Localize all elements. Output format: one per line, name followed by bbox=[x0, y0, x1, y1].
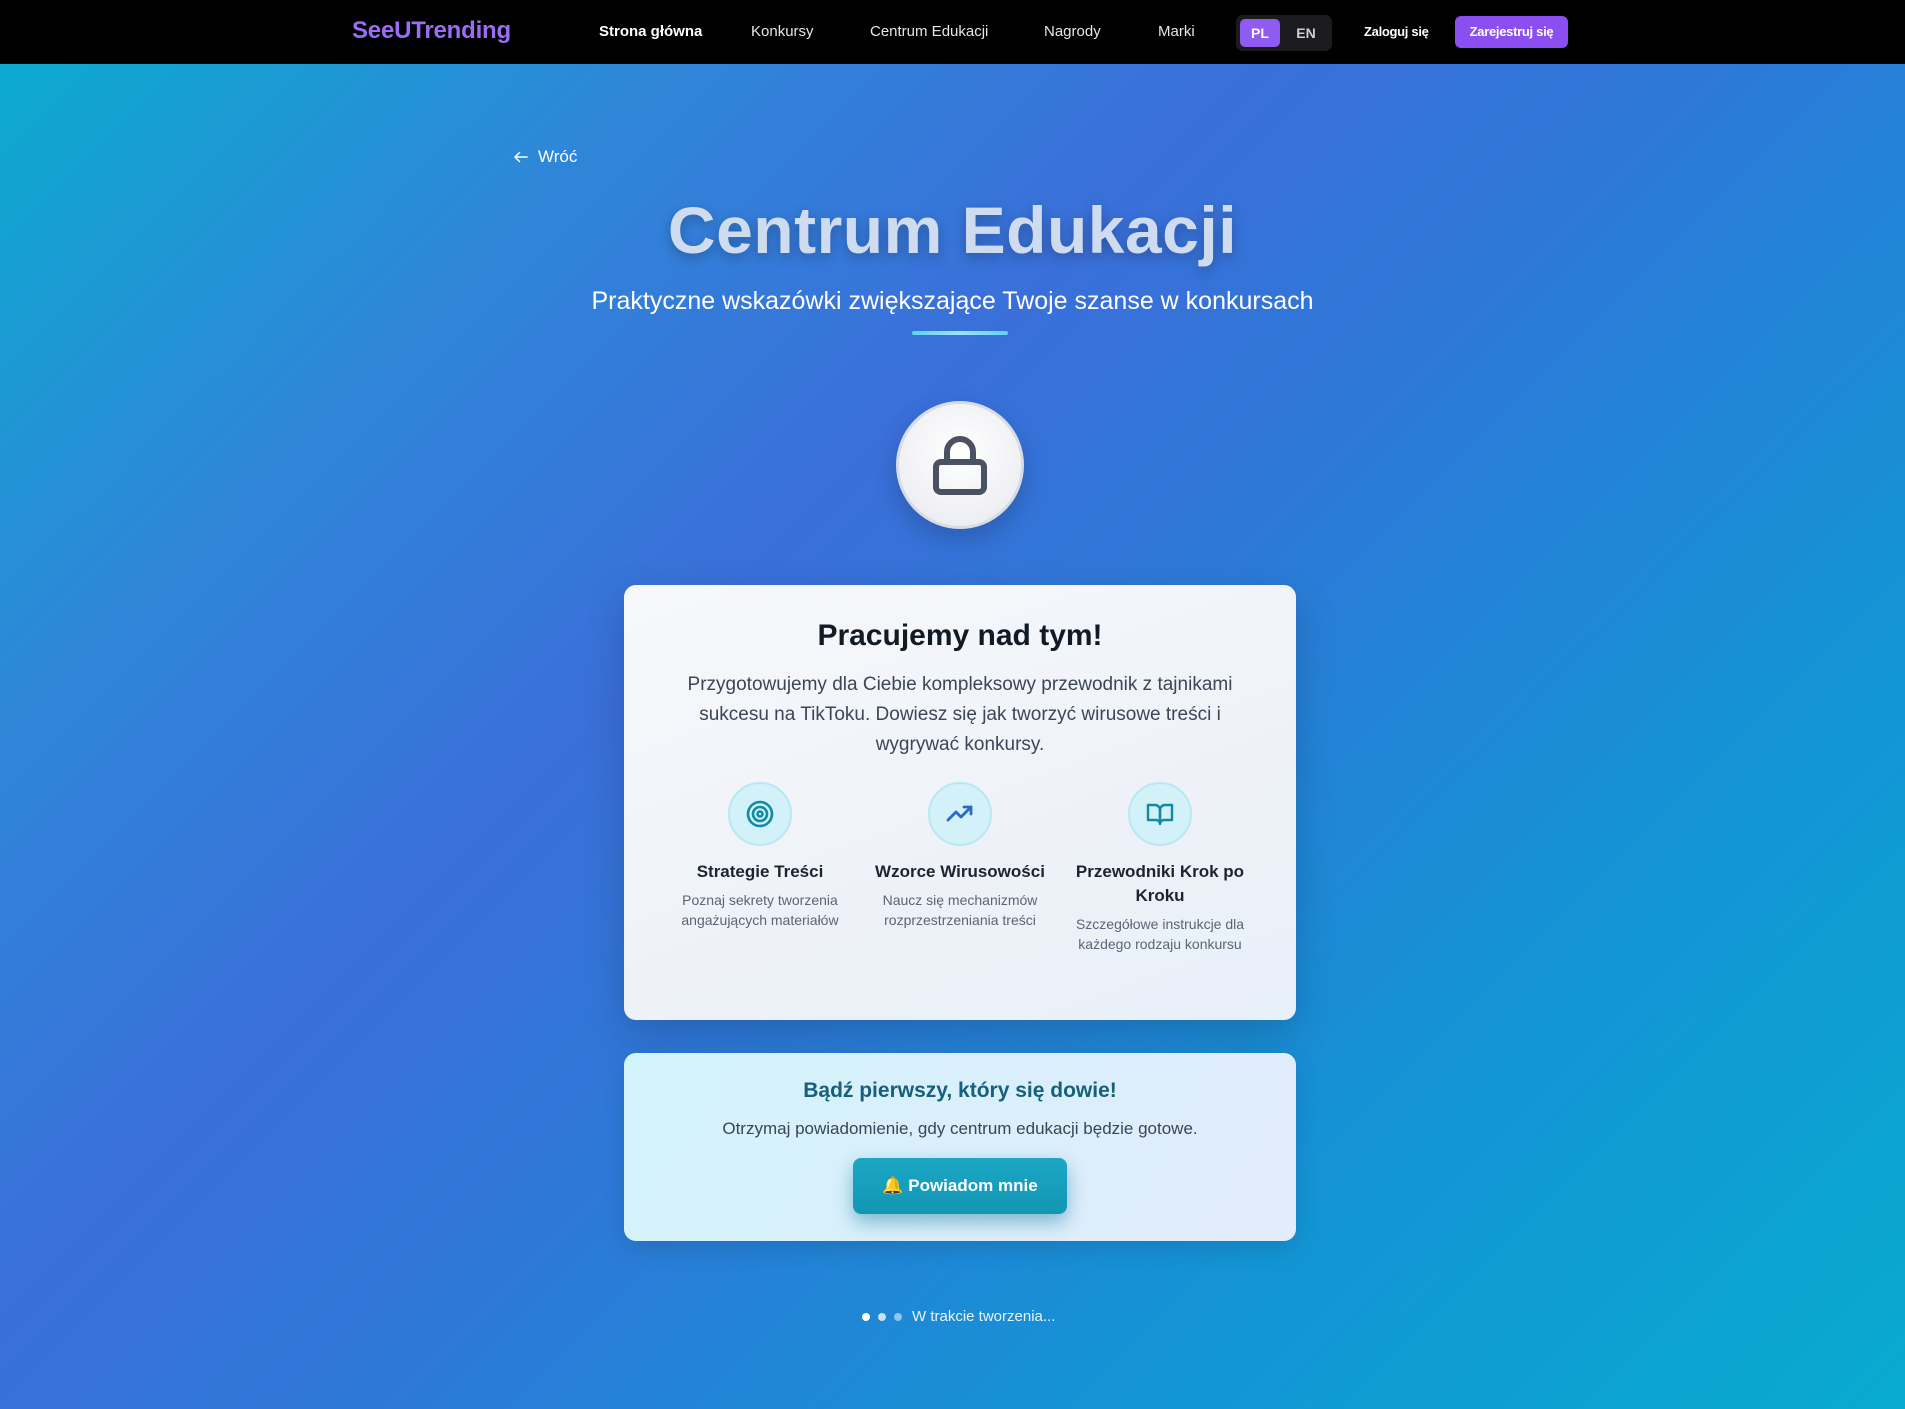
title-underline bbox=[912, 331, 1008, 335]
book-open-icon bbox=[1146, 803, 1174, 826]
page-title: Centrum Edukacji bbox=[667, 193, 1238, 267]
lock-badge bbox=[896, 401, 1024, 529]
notify-description: Otrzymaj powiadomienie, gdy centrum eduk… bbox=[722, 1119, 1198, 1138]
notify-card: Bądź pierwszy, który się dowie! Otrzymaj… bbox=[624, 1053, 1296, 1241]
progress-dot bbox=[862, 1312, 870, 1321]
info-card: Pracujemy nad tym! Przygotowujemy dla Ci… bbox=[624, 585, 1296, 1020]
feature-icon-circle bbox=[1128, 782, 1192, 846]
card-title: Pracujemy nad tym! bbox=[817, 619, 1103, 652]
login-link[interactable]: Zaloguj się bbox=[1364, 24, 1429, 39]
lang-pl-button[interactable]: PL bbox=[1240, 19, 1280, 47]
card-description: Przygotowujemy dla Ciebie kompleksowy pr… bbox=[687, 674, 1233, 755]
feature-content-strategies: Strategie Treści Poznaj sekrety tworzeni… bbox=[665, 782, 855, 930]
feature-icon-circle bbox=[928, 782, 992, 846]
top-navbar: SeeUTrending Strona główna Konkursy Cent… bbox=[0, 0, 1905, 64]
nav-contests[interactable]: Konkursy bbox=[751, 23, 814, 40]
lock-icon bbox=[933, 436, 987, 495]
progress-indicator: W trakcie tworzenia... bbox=[862, 1308, 1055, 1325]
feature-viral-patterns: Wzorce Wirusowości Naucz się mechanizmów… bbox=[865, 782, 1055, 930]
feature-title: Strategie Treści bbox=[696, 862, 824, 881]
notify-title: Bądź pierwszy, który się dowie! bbox=[803, 1079, 1117, 1102]
nav-education-center[interactable]: Centrum Edukacji bbox=[870, 23, 988, 40]
register-button[interactable]: Zarejestruj się bbox=[1455, 16, 1568, 48]
brand-logo[interactable]: SeeUTrending bbox=[352, 17, 511, 45]
back-label: Wróć bbox=[538, 147, 578, 166]
nav-brands[interactable]: Marki bbox=[1158, 23, 1195, 40]
notify-me-button[interactable]: 🔔 Powiadom mnie bbox=[853, 1158, 1067, 1214]
feature-icon-circle bbox=[728, 782, 792, 846]
page-subtitle: Praktyczne wskazówki zwiększające Twoje … bbox=[591, 287, 1314, 315]
feature-description: Naucz się mechanizmów rozprzestrzeniania… bbox=[882, 892, 1038, 928]
back-link[interactable]: Wróć bbox=[512, 146, 577, 168]
target-icon bbox=[746, 800, 774, 828]
feature-title: Przewodniki Krok po Kroku bbox=[1075, 862, 1245, 905]
status-text: W trakcie tworzenia... bbox=[912, 1308, 1056, 1325]
progress-dot bbox=[894, 1312, 902, 1321]
feature-description: Szczegółowe instrukcje dla każdego rodza… bbox=[1075, 916, 1245, 952]
nav-home[interactable]: Strona główna bbox=[599, 23, 702, 40]
feature-description: Poznaj sekrety tworzenia angażujących ma… bbox=[681, 892, 839, 928]
nav-prizes[interactable]: Nagrody bbox=[1044, 23, 1101, 40]
language-switcher: PL EN bbox=[1236, 15, 1332, 51]
arrow-left-icon bbox=[514, 151, 528, 163]
trending-up-icon bbox=[946, 805, 973, 822]
progress-dot bbox=[878, 1312, 886, 1321]
feature-step-guides: Przewodniki Krok po Kroku Szczegółowe in… bbox=[1065, 782, 1255, 954]
lang-en-button[interactable]: EN bbox=[1286, 19, 1326, 47]
feature-title: Wzorce Wirusowości bbox=[875, 862, 1045, 881]
